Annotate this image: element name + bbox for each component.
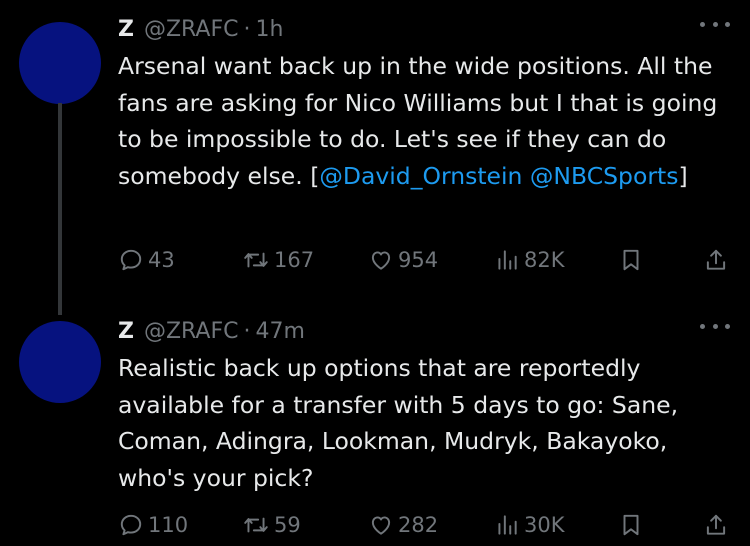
reply-button[interactable]: 43 — [118, 245, 175, 275]
views-count: 30K — [524, 513, 565, 537]
like-count: 954 — [398, 248, 439, 272]
author-name[interactable]: Z — [118, 319, 134, 344]
share-button[interactable] — [703, 510, 729, 540]
tweet-text: Realistic back up options that are repor… — [118, 354, 679, 492]
share-icon — [706, 514, 726, 535]
tweet[interactable]: Z @ZRAFC · 1h Arsenal want back up in th… — [118, 14, 730, 272]
separator: · — [243, 318, 251, 344]
repost-count: 167 — [274, 248, 315, 272]
more-icon[interactable] — [700, 14, 730, 34]
mention-link[interactable]: @David_Ornstein — [319, 162, 522, 190]
bookmark-button[interactable] — [618, 510, 644, 540]
repost-icon — [244, 517, 268, 533]
bookmark-icon — [623, 514, 639, 536]
reply-count: 110 — [148, 513, 189, 537]
views-icon — [498, 515, 517, 535]
like-count: 282 — [398, 513, 439, 537]
repost-count: 59 — [274, 513, 301, 537]
like-icon — [371, 516, 391, 535]
mention-link[interactable]: @NBCSports — [530, 162, 679, 190]
action-bar: 110 59 282 30K — [118, 510, 730, 540]
tweet-text-content: ] — [678, 161, 688, 190]
like-icon — [371, 251, 391, 270]
reply-icon — [120, 514, 142, 536]
repost-button[interactable]: 59 — [242, 510, 301, 540]
reply-button[interactable]: 110 — [118, 510, 188, 540]
share-icon — [706, 249, 726, 270]
views-button[interactable]: 82K — [494, 245, 565, 275]
tweet[interactable]: Z @ZRAFC · 47m Realistic back up options… — [118, 316, 730, 537]
views-icon — [498, 250, 517, 270]
reply-count: 43 — [148, 248, 175, 272]
author-handle[interactable]: @ZRAFC — [144, 17, 239, 42]
avatar[interactable] — [19, 22, 101, 104]
timestamp[interactable]: 47m — [255, 319, 304, 344]
share-button[interactable] — [703, 245, 729, 275]
tweet-header: Z @ZRAFC · 1h — [118, 14, 730, 44]
views-count: 82K — [524, 248, 565, 272]
repost-button[interactable]: 167 — [242, 245, 314, 275]
separator: · — [243, 16, 251, 42]
timestamp[interactable]: 1h — [255, 17, 283, 42]
bookmark-button[interactable] — [618, 245, 644, 275]
thread-line — [58, 103, 62, 315]
like-button[interactable]: 954 — [368, 245, 438, 275]
reply-icon — [120, 249, 142, 271]
bookmark-icon — [623, 249, 639, 271]
action-bar: 43 167 954 82K — [118, 245, 730, 275]
tweet-header: Z @ZRAFC · 47m — [118, 316, 730, 346]
tweet-text: Arsenal want back up in the wide positio… — [118, 48, 730, 194]
author-name[interactable]: Z — [118, 17, 134, 42]
author-handle[interactable]: @ZRAFC — [144, 319, 239, 344]
like-button[interactable]: 282 — [368, 510, 438, 540]
avatar[interactable] — [19, 321, 101, 403]
views-button[interactable]: 30K — [494, 510, 565, 540]
more-icon[interactable] — [700, 316, 730, 336]
repost-icon — [244, 252, 268, 268]
